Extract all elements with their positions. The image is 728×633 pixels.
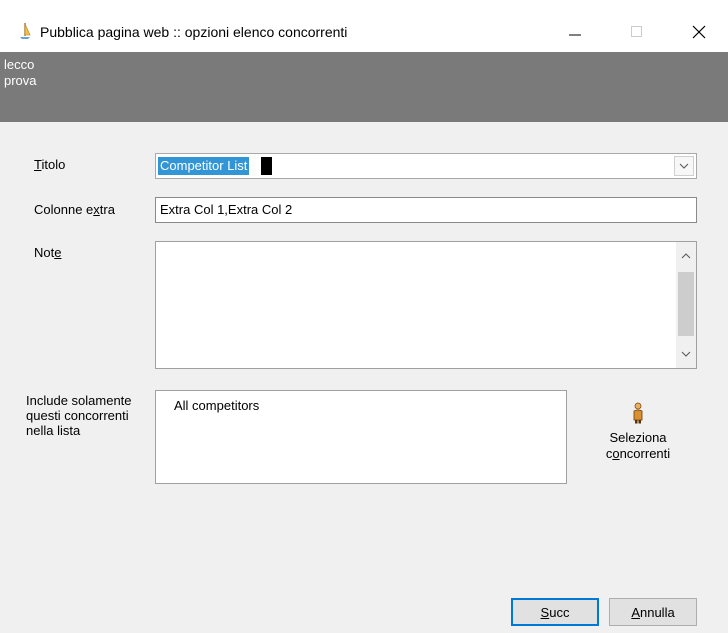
cancel-button[interactable]: Annulla: [609, 598, 697, 626]
select-competitors-label-1: Seleziona: [609, 430, 667, 445]
competitors-list[interactable]: All competitors: [155, 390, 567, 484]
include-competitors-label: Include solamente questi concorrenti nel…: [26, 393, 132, 438]
scroll-thumb[interactable]: [678, 272, 694, 336]
close-button[interactable]: [676, 14, 722, 50]
combo-dropdown-button[interactable]: [674, 156, 694, 176]
extra-columns-input[interactable]: Extra Col 1,Extra Col 2: [155, 197, 697, 223]
select-competitors-label-2: concorrenti: [605, 446, 671, 461]
window-title: Pubblica pagina web :: opzioni elenco co…: [40, 24, 348, 40]
header-band: lecco prova: [0, 52, 728, 122]
header-line-series: prova: [4, 73, 37, 88]
title-bar: Pubblica pagina web :: opzioni elenco co…: [0, 0, 728, 52]
select-competitors-button[interactable]: Seleziona concorrenti: [600, 402, 676, 482]
chevron-up-icon: [681, 253, 691, 259]
note-label: Note: [34, 245, 62, 260]
minimize-icon: [569, 34, 581, 36]
maximize-button[interactable]: [614, 14, 660, 50]
scroll-up-button[interactable]: [676, 246, 696, 266]
title-value: Competitor List: [158, 157, 250, 175]
person-icon: [633, 402, 643, 424]
scroll-down-button[interactable]: [676, 344, 696, 364]
extra-columns-label: Colonne extra: [34, 202, 115, 217]
chevron-down-icon: [681, 351, 691, 357]
header-line-event: lecco: [4, 57, 35, 72]
title-label: Titolo: [34, 157, 66, 172]
note-scrollbar[interactable]: [676, 242, 696, 368]
extra-columns-value: Extra Col 1,Extra Col 2: [160, 202, 293, 217]
chevron-down-icon: [679, 163, 689, 169]
close-icon: [692, 25, 706, 39]
text-cursor: [261, 157, 272, 175]
next-button[interactable]: Succ: [511, 598, 599, 626]
note-textarea[interactable]: [155, 241, 697, 369]
title-combobox[interactable]: Competitor List: [155, 153, 697, 179]
sailboat-icon: [20, 23, 31, 39]
minimize-button[interactable]: [552, 14, 598, 50]
maximize-icon: [631, 26, 642, 37]
competitors-value: All competitors: [174, 398, 260, 413]
